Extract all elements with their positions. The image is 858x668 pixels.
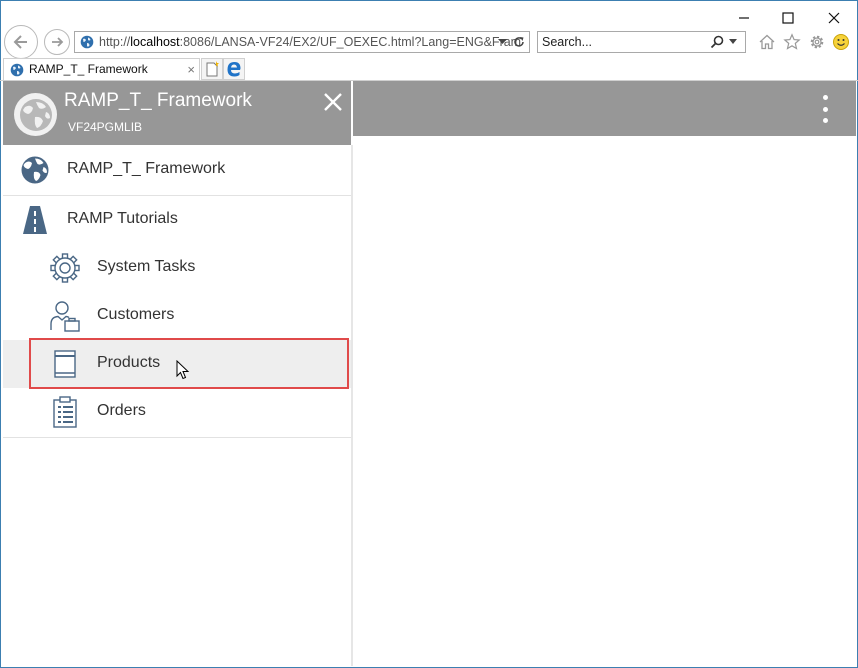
maximize-button[interactable] [775,6,801,30]
nav-item-system-tasks[interactable]: System Tasks [3,244,351,292]
tab-ramp-framework[interactable]: RAMP_T_ Framework × [3,58,200,80]
home-button[interactable] [756,31,778,53]
app-area: RAMP_T_ Framework VF24PGMLIB RAMP_T_ Fra… [3,81,856,666]
nav-item-label: RAMP_T_ Framework [67,160,226,177]
minimize-button[interactable] [731,6,757,30]
nav-item-label: RAMP Tutorials [67,210,178,227]
mouse-cursor-icon [176,360,190,380]
nav-item-label: System Tasks [97,258,196,275]
open-edge-button[interactable] [223,58,245,80]
smiley-icon [833,34,849,50]
search-input[interactable] [542,33,702,51]
refresh-icon[interactable] [512,35,526,49]
tools-button[interactable] [806,31,828,53]
maximize-icon [782,12,794,24]
arrow-left-icon [13,35,27,49]
tab-title: RAMP_T_ Framework [29,62,148,76]
drawer-title: RAMP_T_ Framework [64,90,252,111]
nav-item-orders[interactable]: Orders [3,388,351,436]
address-url: http://localhost:8086/LANSA-VF24/EX2/UF_… [99,35,522,49]
drawer-close-button[interactable] [321,90,345,114]
close-icon [324,93,342,111]
drawer-subtitle: VF24PGMLIB [68,120,143,134]
close-window-button[interactable] [821,6,847,30]
framework-globe-icon [19,98,52,131]
close-icon [828,12,840,24]
new-tab-icon [206,61,219,77]
feedback-button[interactable] [830,31,852,53]
nav-item-ramp-tutorials[interactable]: RAMP Tutorials [3,196,351,244]
nav-item-label: Orders [97,402,146,419]
search-box[interactable] [537,31,746,53]
forward-button[interactable] [44,29,70,55]
star-icon [783,33,801,50]
search-dropdown-icon[interactable] [729,39,737,44]
favorites-button[interactable] [781,31,803,53]
back-button[interactable] [4,25,38,59]
minimize-icon [739,17,749,19]
clipboard-icon [49,396,81,428]
nav-item-ramp-framework[interactable]: RAMP_T_ Framework [3,146,351,194]
search-icon[interactable] [710,35,724,49]
settings-gear-icon [810,35,824,49]
gear-icon [49,252,81,284]
nav-item-customers[interactable]: Customers [3,292,351,340]
edge-icon [227,62,241,77]
tab-close-icon[interactable]: × [187,59,195,80]
app-top-bar [353,81,856,136]
customer-icon [49,300,81,332]
home-icon [759,34,775,50]
road-icon [19,204,51,236]
main-content [353,136,856,666]
drawer-header: RAMP_T_ Framework VF24PGMLIB [3,81,351,145]
more-options-icon[interactable] [820,95,830,123]
nav-divider [3,437,351,438]
tab-globe-icon [10,63,24,77]
site-globe-icon [80,35,94,49]
nav-item-label: Customers [97,306,175,323]
new-tab-button[interactable] [201,58,223,80]
globe-icon [19,154,51,186]
dropdown-arrow-icon[interactable] [498,39,507,45]
address-bar[interactable]: http://localhost:8086/LANSA-VF24/EX2/UF_… [74,31,530,53]
avatar [14,93,57,136]
arrow-right-icon [52,37,64,47]
